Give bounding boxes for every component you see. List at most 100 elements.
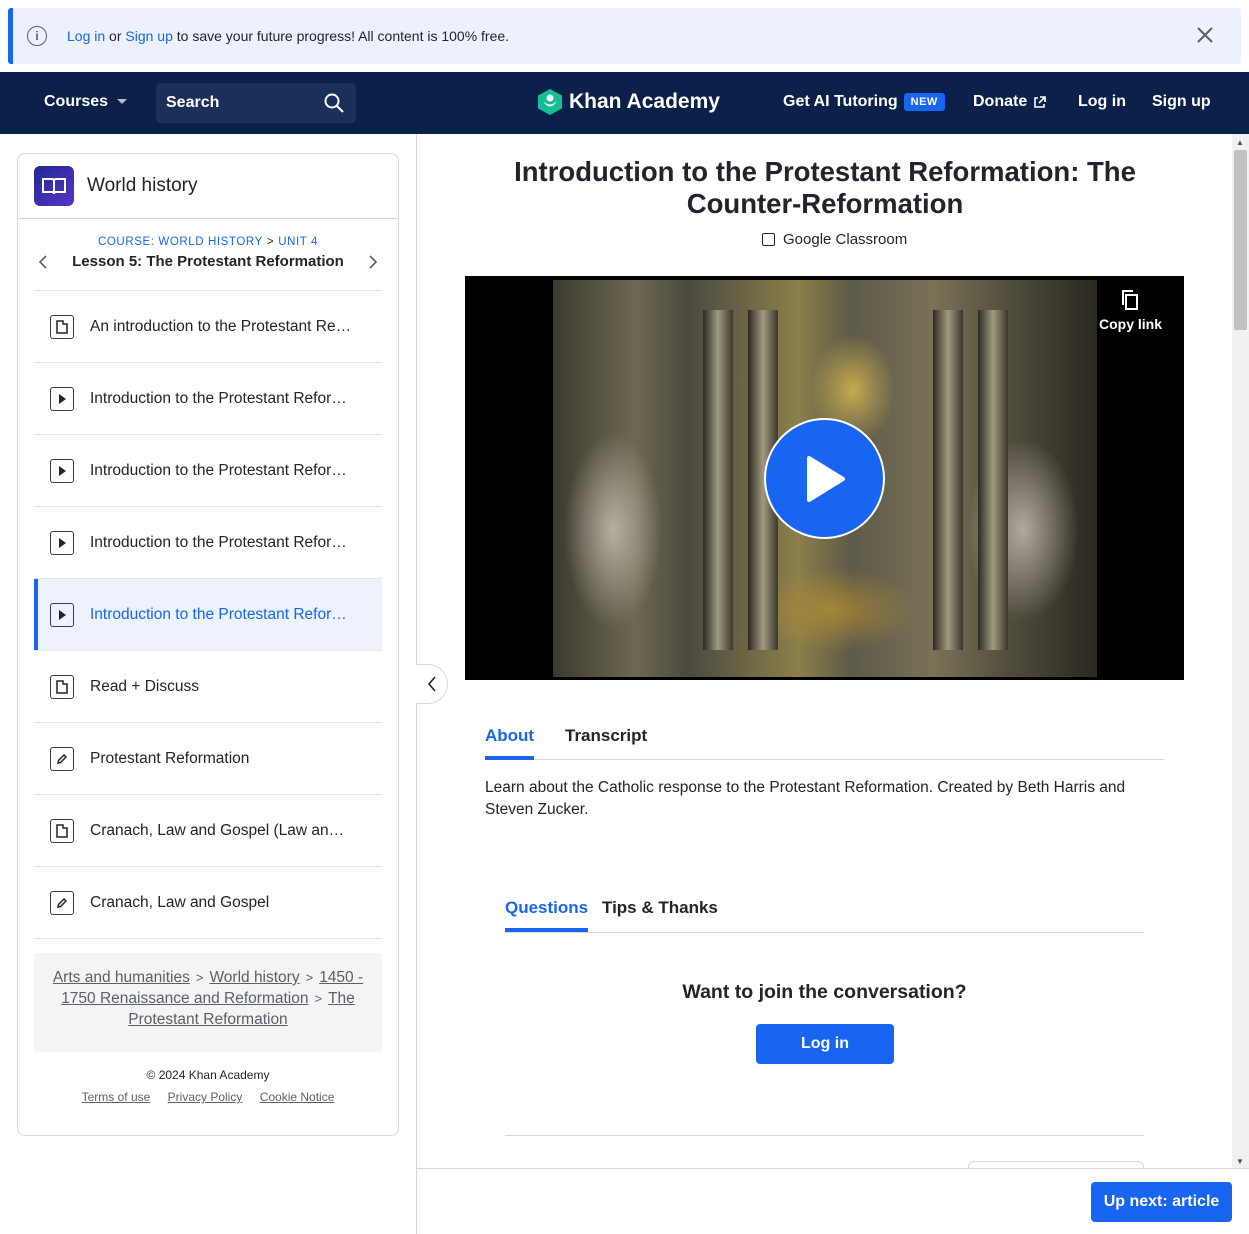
donate-link[interactable]: Donate	[973, 93, 1047, 111]
banner-rest: to save your future progress! All conten…	[172, 28, 510, 44]
lesson-items: An introduction to the Protestant Reform…	[34, 291, 382, 939]
crumb-separator: >	[266, 236, 275, 248]
google-classroom-icon	[762, 233, 775, 246]
ai-tutoring-link[interactable]: Get AI Tutoring NEW	[783, 93, 945, 111]
previous-lesson-icon[interactable]	[38, 255, 48, 269]
crumb-course-link[interactable]: COURSE: WORLD HISTORY	[98, 236, 263, 248]
banner-message: Log in or Sign up to save your future pr…	[67, 28, 509, 44]
nav-signup-link[interactable]: Sign up	[1152, 93, 1211, 111]
search-placeholder: Search	[166, 94, 220, 111]
copy-link-label: Copy link	[1098, 316, 1162, 332]
banner-login-link[interactable]: Log in	[67, 28, 105, 44]
list-item[interactable]: Cranach, Law and Gospel (Law and Grace)	[34, 795, 382, 867]
close-icon[interactable]	[1195, 25, 1215, 45]
article-icon	[50, 818, 74, 843]
item-label: Introduction to the Protestant Reformati…	[90, 389, 352, 407]
info-icon: i	[27, 26, 47, 46]
item-label: Introduction to the Protestant Reformati…	[90, 533, 352, 551]
courses-menu[interactable]: Courses	[44, 93, 128, 111]
collapse-sidebar-button[interactable]	[416, 664, 448, 704]
scroll-up-icon[interactable]: ▲	[1236, 138, 1244, 147]
list-item[interactable]: Introduction to the Protestant Reformati…	[34, 435, 382, 507]
copyright: © 2024 Khan Academy	[146, 1068, 270, 1082]
breadcrumb: Arts and humanities > World history >1450 -…	[34, 953, 382, 1052]
list-item[interactable]: Protestant Reformation	[34, 723, 382, 795]
section-divider	[505, 1135, 1144, 1136]
about-description: Learn about the Catholic response to the…	[485, 779, 1126, 818]
privacy-link[interactable]: Privacy Policy	[168, 1090, 243, 1104]
list-item[interactable]: Read + Discuss	[34, 651, 382, 723]
item-label: Cranach, Law and Gospel	[90, 893, 270, 911]
list-item[interactable]: Introduction to the Protestant Reformati…	[34, 507, 382, 579]
search-icon	[324, 93, 344, 113]
sidebar-footer: © 2024 Khan Academy Terms of use Privacy…	[18, 1068, 398, 1104]
course-header[interactable]: World history	[18, 154, 398, 219]
scrollbar-thumb[interactable]	[1234, 150, 1247, 330]
courses-label: Courses	[44, 93, 109, 110]
play-button[interactable]	[764, 418, 885, 539]
breadcrumb-separator: >	[314, 991, 323, 1006]
terms-link[interactable]: Terms of use	[82, 1090, 151, 1104]
khan-leaf-icon	[538, 89, 562, 115]
play-icon	[806, 455, 845, 502]
video-icon	[50, 530, 74, 555]
chevron-down-icon	[117, 99, 128, 104]
google-classroom-button[interactable]: Google Classroom	[762, 231, 907, 248]
list-item-active[interactable]: Introduction to the Protestant Reformati…	[34, 579, 382, 651]
khan-academy-logo[interactable]: Khan Academy	[537, 88, 720, 116]
book-icon	[34, 166, 74, 206]
item-label: Introduction to the Protestant Reformati…	[90, 461, 352, 479]
scrollbar[interactable]: ▲ ▼	[1232, 134, 1249, 1168]
join-conversation-prompt: Want to join the conversation?	[682, 981, 967, 1003]
next-lesson-icon[interactable]	[368, 255, 378, 269]
donate-label: Donate	[973, 93, 1028, 110]
breadcrumb-world-history[interactable]: World history	[209, 969, 299, 986]
cookie-link[interactable]: Cookie Notice	[260, 1090, 335, 1104]
item-label: An introduction to the Protestant Reform…	[90, 317, 352, 335]
brand-name: Khan Academy	[569, 90, 720, 113]
top-nav: Courses Search Khan Academy Get AI Tutor…	[0, 72, 1249, 134]
copy-icon	[1122, 290, 1139, 310]
signup-banner: i Log in or Sign up to save your future …	[8, 8, 1241, 64]
list-item[interactable]: Cranach, Law and Gospel	[34, 867, 382, 939]
item-label: Introduction to the Protestant Reformati…	[90, 605, 352, 623]
discussion-tabs: Questions Tips & Thanks	[505, 890, 1144, 933]
item-label: Cranach, Law and Gospel (Law and Grace)	[90, 821, 352, 839]
lesson-title: Lesson 5: The Protestant Reformation	[72, 253, 344, 270]
lesson-navigation: COURSE: WORLD HISTORY > UNIT 4 Lesson 5: T…	[34, 219, 382, 291]
page-title: Introduction to the Protestant Reformati…	[514, 156, 1136, 219]
ai-tutoring-label: Get AI Tutoring	[783, 93, 898, 110]
item-label: Read + Discuss	[90, 677, 199, 695]
copy-link-button[interactable]: Copy link	[1099, 290, 1162, 332]
external-link-icon	[1034, 95, 1047, 108]
item-label: Protestant Reformation	[90, 749, 250, 767]
banner-or: or	[105, 28, 126, 44]
nav-login-link[interactable]: Log in	[1078, 93, 1126, 111]
crumb-unit-link[interactable]: UNIT 4	[278, 236, 318, 248]
list-item[interactable]: An introduction to the Protestant Reform…	[34, 291, 382, 363]
breadcrumb-separator: >	[305, 970, 314, 985]
lesson-sidebar: World history COURSE: WORLD HISTORY > UNIT…	[17, 153, 399, 1136]
content-tabs: About Transcript	[485, 718, 1164, 760]
banner-signup-link[interactable]: Sign up	[125, 28, 172, 44]
list-item[interactable]: Introduction to the Protestant Reformati…	[34, 363, 382, 435]
google-classroom-label: Google Classroom	[783, 231, 908, 248]
tab-transcript[interactable]: Transcript	[565, 726, 647, 746]
course-title: World history	[87, 175, 198, 196]
video-icon	[50, 386, 74, 411]
up-next-button[interactable]: Up next: article	[1091, 1182, 1232, 1222]
bottom-bar: Up next: article	[417, 1168, 1249, 1234]
tab-tips-thanks[interactable]: Tips & Thanks	[602, 898, 718, 918]
login-button[interactable]: Log in	[756, 1024, 894, 1064]
chevron-left-icon	[427, 676, 436, 692]
tab-about[interactable]: About	[485, 726, 535, 760]
tab-questions[interactable]: Questions	[505, 898, 589, 932]
video-player[interactable]: Copy link	[465, 276, 1184, 680]
pencil-icon	[50, 746, 74, 771]
breadcrumb-arts[interactable]: Arts and humanities	[53, 969, 190, 986]
video-icon	[50, 602, 74, 627]
search-input[interactable]: Search	[156, 83, 356, 123]
scroll-down-icon[interactable]: ▼	[1236, 1157, 1244, 1166]
video-icon	[50, 458, 74, 483]
article-icon	[50, 674, 74, 699]
